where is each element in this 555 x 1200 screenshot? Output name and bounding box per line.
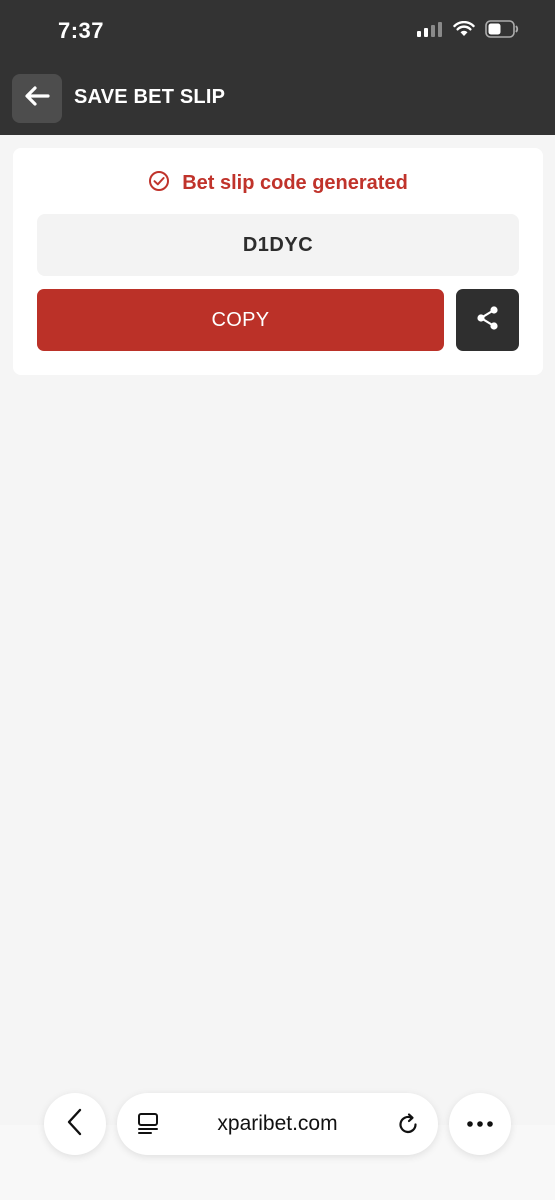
check-circle-icon bbox=[148, 170, 170, 197]
bet-code-value: D1DYC bbox=[242, 233, 314, 256]
reader-icon[interactable] bbox=[137, 1112, 161, 1141]
reload-icon[interactable] bbox=[396, 1112, 420, 1141]
share-button[interactable] bbox=[456, 289, 519, 351]
back-button[interactable] bbox=[12, 74, 62, 123]
app-header: SAVE BET SLIP bbox=[0, 62, 555, 135]
success-message-row: Bet slip code generated bbox=[13, 170, 543, 197]
url-text: xparibet.com bbox=[217, 1112, 338, 1135]
bet-code-field[interactable]: D1DYC bbox=[37, 214, 519, 276]
arrow-left-icon bbox=[24, 85, 50, 112]
chevron-left-icon bbox=[65, 1107, 85, 1142]
battery-icon bbox=[485, 20, 519, 43]
success-message: Bet slip code generated bbox=[182, 172, 408, 194]
browser-back-button[interactable] bbox=[44, 1093, 106, 1155]
status-icons bbox=[417, 20, 519, 43]
status-bar: 7:37 bbox=[0, 0, 555, 62]
signal-icon bbox=[417, 21, 443, 42]
address-bar[interactable]: xparibet.com bbox=[117, 1093, 438, 1155]
copy-button[interactable]: COPY bbox=[37, 289, 444, 351]
page-title: SAVE BET SLIP bbox=[74, 86, 226, 108]
share-icon bbox=[474, 304, 502, 337]
status-time: 7:37 bbox=[58, 18, 105, 43]
bet-slip-card: Bet slip code generated D1DYC COPY bbox=[13, 148, 543, 375]
more-icon bbox=[466, 1115, 494, 1133]
wifi-icon bbox=[453, 20, 475, 42]
more-button[interactable] bbox=[449, 1093, 511, 1155]
